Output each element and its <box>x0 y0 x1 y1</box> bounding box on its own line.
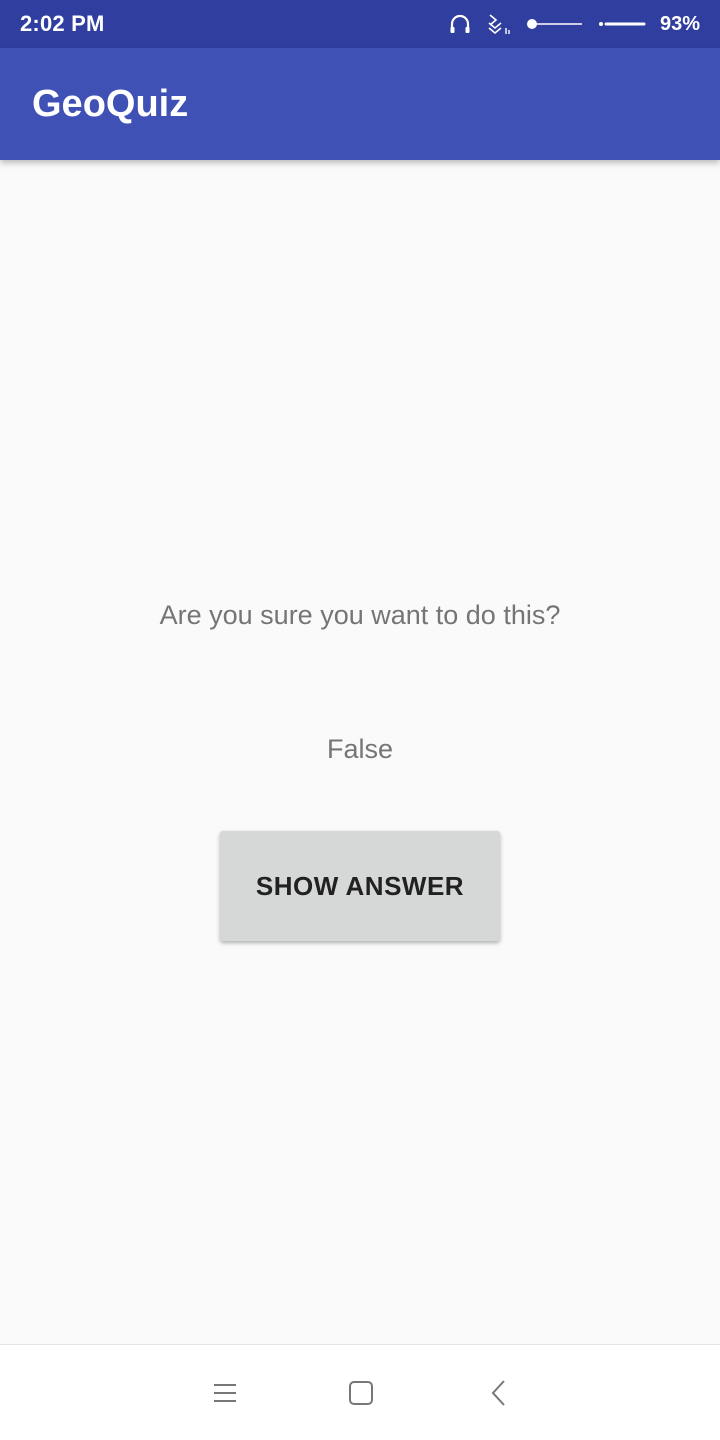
signal-icon <box>486 11 512 37</box>
warning-text: Are you sure you want to do this? <box>159 600 561 630</box>
wifi-line-icon <box>598 17 646 31</box>
main-content: Are you sure you want to do this? False … <box>0 160 720 1344</box>
menu-icon[interactable] <box>197 1365 253 1421</box>
app-bar: GeoQuiz <box>0 48 720 160</box>
back-icon[interactable] <box>471 1365 527 1421</box>
app-title: GeoQuiz <box>32 82 189 125</box>
navigation-bar <box>0 1344 720 1440</box>
answer-text: False <box>326 734 394 764</box>
home-icon[interactable] <box>333 1365 389 1421</box>
show-answer-button[interactable]: SHOW ANSWER <box>220 831 500 941</box>
status-time: 2:02 PM <box>20 11 105 36</box>
status-bar: 2:02 PM 93% <box>0 0 720 48</box>
headphones-icon <box>448 12 472 36</box>
battery-percent: 93% <box>659 12 700 35</box>
brightness-slider-icon <box>526 17 584 31</box>
status-icons: 93% <box>448 11 700 37</box>
